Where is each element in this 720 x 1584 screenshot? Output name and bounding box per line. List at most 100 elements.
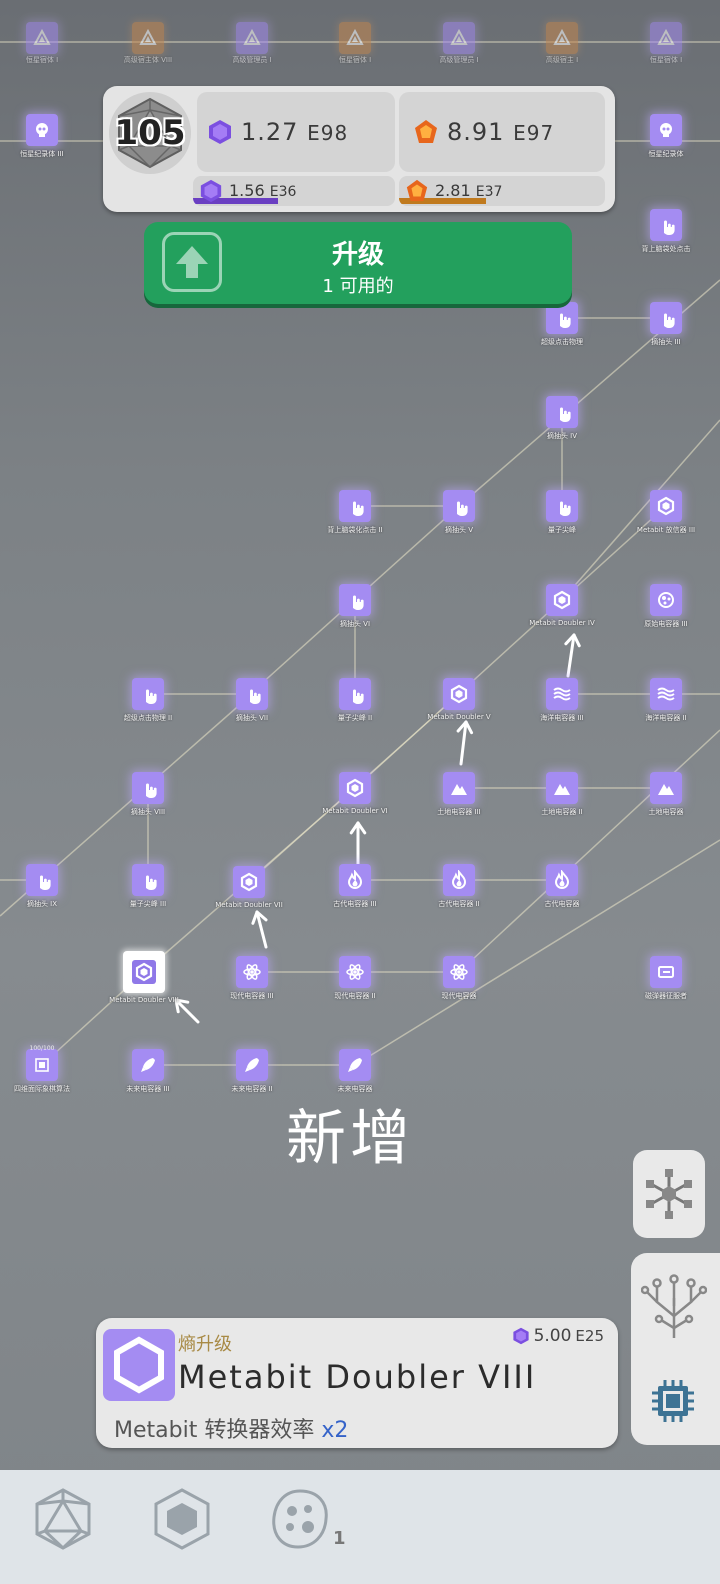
skill-node[interactable] xyxy=(132,772,164,804)
entropy-value: 8.91 E97 xyxy=(447,118,554,146)
skill-node[interactable] xyxy=(123,951,165,993)
skill-node-label: Metabit Doubler VI xyxy=(322,807,388,815)
skill-node-top[interactable] xyxy=(26,22,58,54)
triangle-icon xyxy=(450,28,468,45)
skill-node[interactable] xyxy=(443,772,475,804)
skill-node[interactable] xyxy=(546,396,578,428)
skill-node-top[interactable] xyxy=(650,22,682,54)
skill-node[interactable] xyxy=(650,956,682,988)
triangle-icon xyxy=(139,28,157,45)
skill-node[interactable] xyxy=(339,678,371,710)
tab-hexagon[interactable] xyxy=(147,1484,217,1554)
skill-node[interactable] xyxy=(339,584,371,616)
skill-node-label: 量子尖峰 xyxy=(548,526,576,534)
skill-node[interactable] xyxy=(443,956,475,988)
skill-node[interactable] xyxy=(650,678,682,710)
guide-arrow-icon xyxy=(174,998,200,1024)
hand-pointer-icon xyxy=(250,689,261,704)
skill-node-level-badge: 100/100 xyxy=(29,1045,55,1052)
level-badge[interactable]: 105 xyxy=(109,92,191,174)
skill-node-label: 古代电容器 II xyxy=(438,900,480,908)
skill-node[interactable] xyxy=(546,864,578,896)
skill-node-top[interactable] xyxy=(443,22,475,54)
network-icon xyxy=(646,1169,692,1219)
upgrade-button[interactable]: 升级 1 可用的 xyxy=(144,222,572,304)
skill-node[interactable] xyxy=(546,772,578,804)
skill-node[interactable] xyxy=(650,302,682,334)
skill-node[interactable] xyxy=(26,864,58,896)
entropy-rate-mantissa: 2.81 xyxy=(435,181,471,200)
skill-node[interactable] xyxy=(236,956,268,988)
skill-node-label: 四维面际象棋算法 xyxy=(14,1085,70,1093)
skill-node-top[interactable] xyxy=(132,22,164,54)
skill-node[interactable] xyxy=(26,1049,58,1081)
skill-node-label: 现代电容器 II xyxy=(334,992,376,1000)
skill-node[interactable] xyxy=(339,864,371,896)
skill-node-top[interactable] xyxy=(236,22,268,54)
skill-node[interactable] xyxy=(546,584,578,616)
hand-pointer-icon xyxy=(353,689,364,704)
rocket-icon xyxy=(348,1058,362,1072)
skill-node-label: 恒星宿体 I xyxy=(25,56,59,64)
skill-node[interactable] xyxy=(233,866,265,898)
skill-node[interactable] xyxy=(236,678,268,710)
mountain-icon xyxy=(451,784,467,795)
hexagon-icon xyxy=(553,590,571,610)
upgrade-cost: 5.00 E25 xyxy=(512,1326,604,1346)
waves-icon xyxy=(553,687,571,701)
skill-node[interactable] xyxy=(132,864,164,896)
skill-node[interactable] xyxy=(339,772,371,804)
skill-node[interactable] xyxy=(650,490,682,522)
skill-node[interactable] xyxy=(650,209,682,241)
skill-node[interactable] xyxy=(339,1049,371,1081)
entropy-display[interactable]: 8.91 E97 xyxy=(399,92,605,172)
level-number: 105 xyxy=(114,113,186,153)
metabits-display[interactable]: 1.27 E98 xyxy=(197,92,395,172)
skill-node[interactable] xyxy=(443,490,475,522)
skull-icon xyxy=(660,123,672,137)
skill-node[interactable] xyxy=(236,1049,268,1081)
skill-node[interactable] xyxy=(443,864,475,896)
skill-node[interactable] xyxy=(132,678,164,710)
skill-node-top[interactable] xyxy=(546,22,578,54)
skill-node-label: 摘抽头 IX xyxy=(26,900,58,908)
skill-node-label: 高级宿主体 VIII xyxy=(123,56,173,64)
skill-node[interactable] xyxy=(546,302,578,334)
skill-node[interactable] xyxy=(339,956,371,988)
metabits-rate-bar: 1.56 E36 xyxy=(193,176,395,206)
entropy-rate-bar: 2.81 E37 xyxy=(399,176,605,206)
skill-node[interactable] xyxy=(339,490,371,522)
tab-d20[interactable] xyxy=(28,1484,98,1554)
skill-node[interactable] xyxy=(650,584,682,616)
guide-arrow-icon xyxy=(251,910,268,949)
waves-icon xyxy=(657,687,675,701)
network-button[interactable] xyxy=(633,1150,705,1238)
skill-node-label: 恒星宿体 I xyxy=(649,56,683,64)
hexagon-icon xyxy=(135,962,153,982)
skill-node[interactable] xyxy=(443,678,475,710)
metabit-gem-icon xyxy=(200,179,222,203)
new-upgrade-label: 新增 xyxy=(286,1104,414,1174)
skill-node-label: 摘抽头 VIII xyxy=(130,808,166,816)
skill-node[interactable] xyxy=(546,678,578,710)
chip-button[interactable] xyxy=(645,1373,701,1429)
skill-node[interactable] xyxy=(650,114,682,146)
metabits-rate-exponent: E36 xyxy=(269,184,297,200)
skill-node-label: 摘抽头 IV xyxy=(546,432,578,440)
metabits-rate-mantissa: 1.56 xyxy=(229,181,265,200)
entropy-rate-value: 2.81 E37 xyxy=(435,181,502,200)
upgrade-info-card[interactable]: 熵升级 5.00 E25 Metabit Doubler VIII Metabi… xyxy=(96,1318,618,1448)
fire-icon xyxy=(451,870,467,889)
skill-tree-button[interactable] xyxy=(639,1267,709,1347)
skill-node-label: 磁弹器征服者 xyxy=(645,992,687,1000)
skill-node[interactable] xyxy=(546,490,578,522)
skill-node[interactable] xyxy=(132,1049,164,1081)
skill-node-label: Metabit Doubler VII xyxy=(215,901,283,909)
entropy-gem-icon xyxy=(415,120,437,143)
skill-node-top[interactable] xyxy=(339,22,371,54)
skill-node[interactable] xyxy=(650,772,682,804)
hand-pointer-icon xyxy=(457,501,468,516)
fire-icon xyxy=(347,870,363,889)
tab-cell[interactable] xyxy=(265,1484,335,1554)
skill-node[interactable] xyxy=(26,114,58,146)
